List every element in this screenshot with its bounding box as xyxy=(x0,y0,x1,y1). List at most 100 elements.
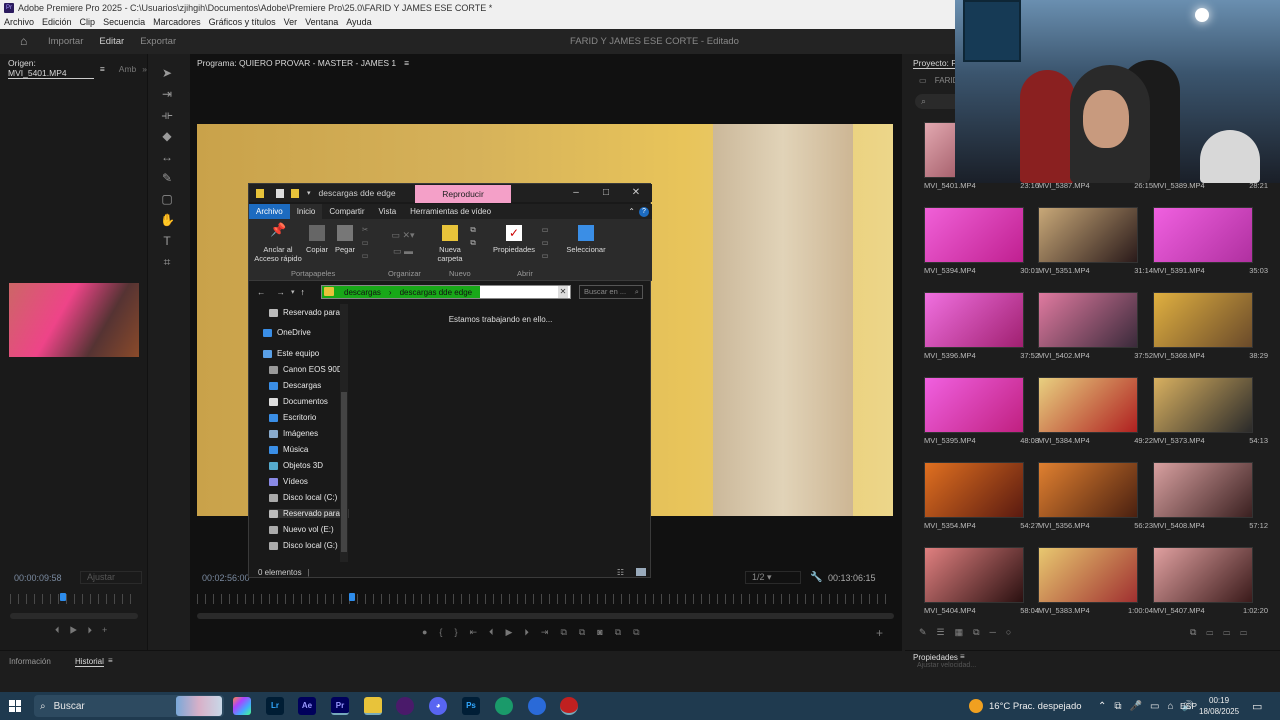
nav-item[interactable]: Objetos 3D xyxy=(269,461,323,470)
back-arrow-icon[interactable]: ← xyxy=(257,287,266,297)
clip-thumbnail[interactable] xyxy=(1153,377,1253,433)
ribbon-tab-herramientas[interactable]: Herramientas de vídeo xyxy=(403,204,498,219)
menu-archivo[interactable]: Archivo xyxy=(4,17,34,27)
help-icon[interactable]: ? xyxy=(639,206,649,217)
new-item-icons[interactable]: ⧉ ⧉ xyxy=(467,223,479,249)
tab-exportar[interactable]: Exportar xyxy=(140,36,176,47)
file-explorer-app-icon[interactable] xyxy=(364,697,382,715)
address-clear-icon[interactable]: ✕ xyxy=(558,286,568,298)
clip-thumbnail[interactable] xyxy=(1038,207,1138,263)
display-icon[interactable]: ▭ xyxy=(1150,701,1159,712)
paste-button[interactable]: Pegar xyxy=(333,225,357,254)
cut-copypath-icons[interactable]: ✂ ▭ ▭ xyxy=(359,223,371,262)
weather-widget[interactable]: 16°C Prac. despejado xyxy=(969,692,1082,720)
address-bar[interactable]: descargas › descargas dde edge ✕ xyxy=(321,285,571,299)
tab-importar[interactable]: Importar xyxy=(48,36,83,47)
settings-wrench-icon[interactable]: 🔧 xyxy=(810,572,822,583)
source-timecode[interactable]: 00:00:09:58 xyxy=(14,573,62,583)
menu-clip[interactable]: Clip xyxy=(80,17,96,27)
qa-dropdown-icon[interactable]: ▾ xyxy=(307,189,311,197)
nav-item[interactable]: Vídeos xyxy=(269,477,308,486)
source-zoom-bar[interactable] xyxy=(10,613,138,619)
slip-tool-icon[interactable]: ↔ xyxy=(160,150,174,164)
clip-thumbnail[interactable] xyxy=(1038,462,1138,518)
network-icon[interactable]: ⌂ xyxy=(1167,701,1173,712)
notifications-icon[interactable]: ▭ xyxy=(1252,692,1262,720)
program-title[interactable]: Programa: QUIERO PROVAR - MASTER - JAMES… xyxy=(197,58,396,68)
project-clip[interactable]: MVI_5408.MP4 57:12 xyxy=(1153,462,1268,530)
ribbon-tab-vista[interactable]: Vista xyxy=(372,204,404,219)
taskbar-search[interactable]: ⌕ Buscar xyxy=(34,695,224,717)
clock[interactable]: 00:19 18/08/2025 xyxy=(1199,692,1239,720)
menu-ver[interactable]: Ver xyxy=(284,17,298,27)
menu-ventana[interactable]: Ventana xyxy=(305,17,338,27)
photoshop-app-icon[interactable]: Ps xyxy=(462,697,480,715)
properties-button[interactable]: ✓ Propiedades xyxy=(491,225,537,254)
nav-item[interactable]: Disco local (C:) xyxy=(269,493,337,502)
maximize-icon[interactable]: □ xyxy=(599,186,613,200)
discord-app-icon[interactable]: ◕ xyxy=(429,697,447,715)
source-playhead[interactable] xyxy=(60,593,66,601)
select-button[interactable]: Seleccionar xyxy=(565,225,607,254)
open-edit-history-icons[interactable]: ▭ ▭ ▭ xyxy=(539,223,551,262)
edge-app-icon[interactable] xyxy=(495,697,513,715)
pin-quick-access-button[interactable]: 📌 Anclar al Acceso rápido xyxy=(253,223,303,263)
ribbon-collapse-icon[interactable]: ⌃ xyxy=(624,204,639,219)
properties-menu-icon[interactable]: ≡ xyxy=(960,652,965,661)
clip-thumbnail[interactable] xyxy=(1153,462,1253,518)
nav-item[interactable]: Disco local (G:) xyxy=(269,541,338,550)
nav-item[interactable]: Reservado para xyxy=(269,308,340,317)
program-transport-controls[interactable]: ●{}⇤⏴▶⏵⇥⧉⧉◙⧉⧉ xyxy=(422,627,652,638)
nav-scrollbar[interactable] xyxy=(340,304,348,562)
more-panels-icon[interactable]: » xyxy=(142,64,147,74)
rectangle-tool-icon[interactable]: ▢ xyxy=(160,192,174,206)
project-clip[interactable]: MVI_5394.MP4 30:01 xyxy=(924,207,1039,275)
copy-button[interactable]: Copiar xyxy=(305,225,329,254)
ripple-edit-icon[interactable]: ⟛ xyxy=(160,108,174,122)
project-clip[interactable]: MVI_5351.MP4 31:14 xyxy=(1038,207,1153,275)
properties-quick-icon[interactable] xyxy=(276,188,284,198)
ambient-tab[interactable]: Amb xyxy=(119,64,136,74)
after-effects-app-icon[interactable]: Ae xyxy=(298,697,316,715)
nav-item[interactable]: OneDrive xyxy=(263,328,311,337)
new-folder-quick-icon[interactable] xyxy=(291,188,299,198)
program-playhead[interactable] xyxy=(349,593,355,601)
tray-expand-icon[interactable]: ⌃ xyxy=(1098,701,1106,712)
clip-thumbnail[interactable] xyxy=(1153,207,1253,263)
menu-secuencia[interactable]: Secuencia xyxy=(103,17,145,27)
nav-item[interactable]: Nuevo vol (E:) xyxy=(269,525,334,534)
app-blue-icon[interactable] xyxy=(528,697,546,715)
project-clip[interactable]: MVI_5396.MP4 37:52 xyxy=(924,292,1039,360)
clip-thumbnail[interactable] xyxy=(1153,547,1253,603)
project-clip[interactable]: MVI_5354.MP4 54:27 xyxy=(924,462,1039,530)
tab-editar[interactable]: Editar xyxy=(99,36,124,47)
ribbon-tab-archivo[interactable]: Archivo xyxy=(249,204,290,219)
clip-thumbnail[interactable] xyxy=(1038,292,1138,348)
details-view-icon[interactable]: ☷ xyxy=(617,568,624,577)
program-zoom-bar[interactable] xyxy=(197,613,894,619)
close-icon[interactable]: ✕ xyxy=(629,186,643,200)
program-timecode[interactable]: 00:02:56:00 xyxy=(202,573,250,583)
obs-app-icon[interactable] xyxy=(560,697,578,715)
nav-scroll-thumb[interactable] xyxy=(341,392,347,552)
tab-historial[interactable]: Historial xyxy=(75,657,104,667)
nav-item[interactable]: Descargas xyxy=(269,381,321,390)
razor-tool-icon[interactable]: ◆ xyxy=(160,129,174,143)
source-transport-controls[interactable]: ⏴▶⏵+ xyxy=(55,625,117,636)
project-clip[interactable]: MVI_5391.MP4 35:03 xyxy=(1153,207,1268,275)
historial-menu-icon[interactable]: ≡ xyxy=(108,656,113,665)
nav-item[interactable]: Canon EOS 90D xyxy=(269,365,343,374)
nav-item[interactable]: Música xyxy=(269,445,308,454)
track-select-icon[interactable]: ⇥ xyxy=(160,87,174,101)
nav-item[interactable]: Reservado para xyxy=(269,509,349,518)
clip-thumbnail[interactable] xyxy=(924,462,1024,518)
home-icon[interactable]: ⌂ xyxy=(20,35,32,47)
mic-icon[interactable]: 🎤 xyxy=(1130,701,1142,712)
properties-title[interactable]: Propiedades xyxy=(913,653,958,662)
tab-informacion[interactable]: Información xyxy=(9,657,51,666)
copilot-app-icon[interactable] xyxy=(233,697,251,715)
clip-thumbnail[interactable] xyxy=(924,377,1024,433)
up-arrow-icon[interactable]: ↑ xyxy=(301,287,305,297)
nav-item[interactable]: Escritorio xyxy=(269,413,316,422)
source-title[interactable]: Origen: MVI_5401.MP4 xyxy=(8,58,94,79)
